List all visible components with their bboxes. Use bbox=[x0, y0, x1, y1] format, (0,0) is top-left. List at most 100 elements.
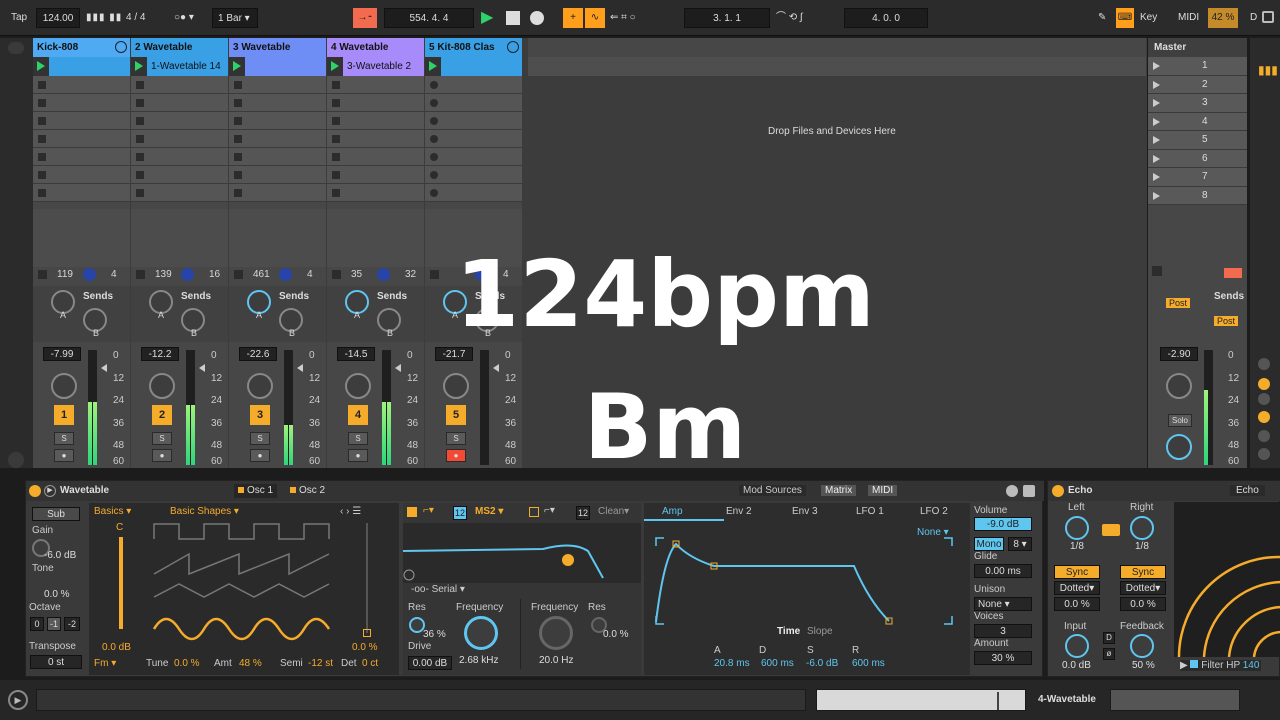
clip-slot[interactable] bbox=[327, 94, 424, 112]
track-volume[interactable]: -14.5 bbox=[337, 347, 375, 361]
arm-button[interactable]: ● bbox=[250, 449, 270, 462]
octave-minus1[interactable]: -1 bbox=[47, 617, 61, 631]
octave-minus2[interactable]: -2 bbox=[64, 617, 80, 631]
solo-button[interactable]: S bbox=[152, 432, 172, 445]
wavetable-nav-icon[interactable]: ‹ › ☰ bbox=[340, 506, 361, 517]
track-stop-icon[interactable] bbox=[38, 270, 47, 279]
slot-stop-icon[interactable] bbox=[234, 135, 242, 143]
follow-icon[interactable]: ○● ▾ bbox=[174, 8, 194, 28]
clip-slot[interactable] bbox=[229, 148, 326, 166]
slot-stop-icon[interactable] bbox=[38, 99, 46, 107]
slot-stop-icon[interactable] bbox=[332, 135, 340, 143]
solo-button[interactable]: S bbox=[54, 432, 74, 445]
echo-link-icon[interactable] bbox=[1102, 524, 1120, 536]
tab-matrix[interactable]: Matrix bbox=[821, 485, 857, 496]
volume-fader-arrow[interactable] bbox=[297, 364, 303, 372]
info-view-play-icon[interactable]: ▶ bbox=[8, 690, 28, 710]
solo-button[interactable]: S bbox=[348, 432, 368, 445]
slot-stop-icon[interactable] bbox=[234, 81, 242, 89]
slot-stop-icon[interactable] bbox=[136, 189, 144, 197]
filter2-on-icon[interactable] bbox=[529, 507, 539, 517]
track-header[interactable]: 5 Kit-808 Clas bbox=[425, 38, 522, 57]
clip-slot[interactable] bbox=[131, 94, 228, 112]
d-button[interactable]: D bbox=[1250, 8, 1257, 28]
track-header[interactable]: Kick-808 bbox=[33, 38, 130, 57]
sub-button[interactable]: Sub bbox=[32, 507, 80, 521]
echo-left-mode[interactable]: Dotted▾ bbox=[1054, 581, 1100, 595]
glide-field[interactable]: 0.00 ms bbox=[974, 564, 1032, 578]
slope-mode-button[interactable]: Slope bbox=[807, 626, 833, 637]
env-tab-lfo-1[interactable]: LFO 1 bbox=[856, 506, 884, 517]
clip-slot[interactable] bbox=[327, 76, 424, 94]
echo-feedback-knob[interactable] bbox=[1130, 634, 1154, 658]
clip-slot[interactable] bbox=[327, 166, 424, 184]
track-stop-icon[interactable] bbox=[332, 270, 341, 279]
clip-slot[interactable] bbox=[229, 112, 326, 130]
slot-stop-icon[interactable] bbox=[332, 153, 340, 161]
slot-stop-icon[interactable] bbox=[234, 153, 242, 161]
solo-button[interactable]: Solo bbox=[1168, 414, 1192, 427]
clip-slot[interactable] bbox=[33, 76, 130, 94]
tempo-field[interactable]: 124.00 bbox=[36, 8, 80, 28]
echo-left-offset[interactable]: 0.0 % bbox=[1054, 597, 1100, 611]
track-monitor-icon[interactable] bbox=[181, 268, 194, 281]
slot-stop-icon[interactable] bbox=[234, 189, 242, 197]
slot-stop-icon[interactable] bbox=[38, 117, 46, 125]
mono-button[interactable]: Mono bbox=[974, 537, 1004, 551]
device-on-icon[interactable] bbox=[29, 485, 41, 497]
track-stop-icon[interactable] bbox=[136, 270, 145, 279]
scene-launch-icon[interactable] bbox=[1153, 136, 1160, 144]
echo-d-button[interactable]: D bbox=[1103, 632, 1115, 644]
clip-slot[interactable] bbox=[33, 166, 130, 184]
post-button-b[interactable]: Post bbox=[1214, 316, 1239, 326]
slot-stop-icon[interactable] bbox=[332, 189, 340, 197]
filter1-on-icon[interactable] bbox=[407, 507, 417, 517]
solo-button[interactable]: S bbox=[250, 432, 270, 445]
clip-slot[interactable] bbox=[327, 148, 424, 166]
volume-fader-arrow[interactable] bbox=[493, 364, 499, 372]
slot-record-icon[interactable] bbox=[430, 171, 438, 179]
cue-volume-knob[interactable] bbox=[1166, 434, 1192, 460]
crossfade-icon[interactable] bbox=[1224, 268, 1242, 278]
clip-slot[interactable] bbox=[425, 112, 522, 130]
scene-launch-icon[interactable] bbox=[1153, 191, 1160, 200]
scene-launch-icon[interactable] bbox=[1153, 99, 1160, 107]
frequency2-knob[interactable] bbox=[539, 616, 573, 650]
slot-stop-icon[interactable] bbox=[234, 117, 242, 125]
pan-knob[interactable] bbox=[443, 373, 469, 399]
slot-stop-icon[interactable] bbox=[332, 117, 340, 125]
slot-stop-icon[interactable] bbox=[136, 99, 144, 107]
scene-launch-icon[interactable] bbox=[1153, 80, 1160, 89]
slot-record-icon[interactable] bbox=[430, 189, 438, 197]
quantize-select[interactable]: 1 Bar ▾ bbox=[212, 8, 258, 28]
slot-record-icon[interactable] bbox=[430, 99, 438, 107]
adsr-value-a[interactable]: 20.8 ms bbox=[714, 658, 750, 669]
stop-all-icon[interactable] bbox=[1152, 266, 1162, 276]
slot-stop-icon[interactable] bbox=[136, 153, 144, 161]
track-activator[interactable]: 5 bbox=[446, 405, 466, 425]
volume-fader-arrow[interactable] bbox=[199, 364, 205, 372]
key-map-button[interactable]: Key bbox=[1140, 8, 1157, 28]
track-monitor-icon[interactable] bbox=[279, 268, 292, 281]
automation-arm-icon[interactable]: ∿ bbox=[585, 8, 605, 28]
tab-midi[interactable]: MIDI bbox=[868, 485, 898, 496]
octave-0[interactable]: 0 bbox=[30, 617, 44, 631]
track-stop-icon[interactable] bbox=[430, 270, 439, 279]
back-to-arrangement-icon[interactable]: ⇐ ⌗ ○ bbox=[610, 8, 636, 28]
track-fold-icon[interactable] bbox=[115, 41, 127, 53]
slot-stop-icon[interactable] bbox=[332, 99, 340, 107]
track-volume[interactable]: -22.6 bbox=[239, 347, 277, 361]
sidebar-r-icon[interactable] bbox=[1258, 393, 1270, 405]
clip-slot-playing[interactable] bbox=[425, 57, 522, 76]
scene-8[interactable]: 8 bbox=[1148, 187, 1247, 205]
scene-launch-icon[interactable] bbox=[1153, 62, 1160, 70]
play-icon[interactable]: ▶ bbox=[481, 8, 493, 28]
filter2-slope[interactable]: 12 bbox=[576, 506, 590, 520]
track-volume[interactable]: -12.2 bbox=[141, 347, 179, 361]
clip-slot-playing[interactable]: 3-Wavetable 2 bbox=[327, 57, 424, 76]
echo-right-sync[interactable]: Sync bbox=[1120, 565, 1166, 579]
echo-filter[interactable]: ▶ Filter HP 140 bbox=[1180, 660, 1262, 671]
tab-osc1[interactable]: Osc 1 bbox=[234, 484, 278, 498]
clip-slot[interactable] bbox=[33, 94, 130, 112]
unison-voices-field[interactable]: 3 bbox=[974, 624, 1032, 638]
